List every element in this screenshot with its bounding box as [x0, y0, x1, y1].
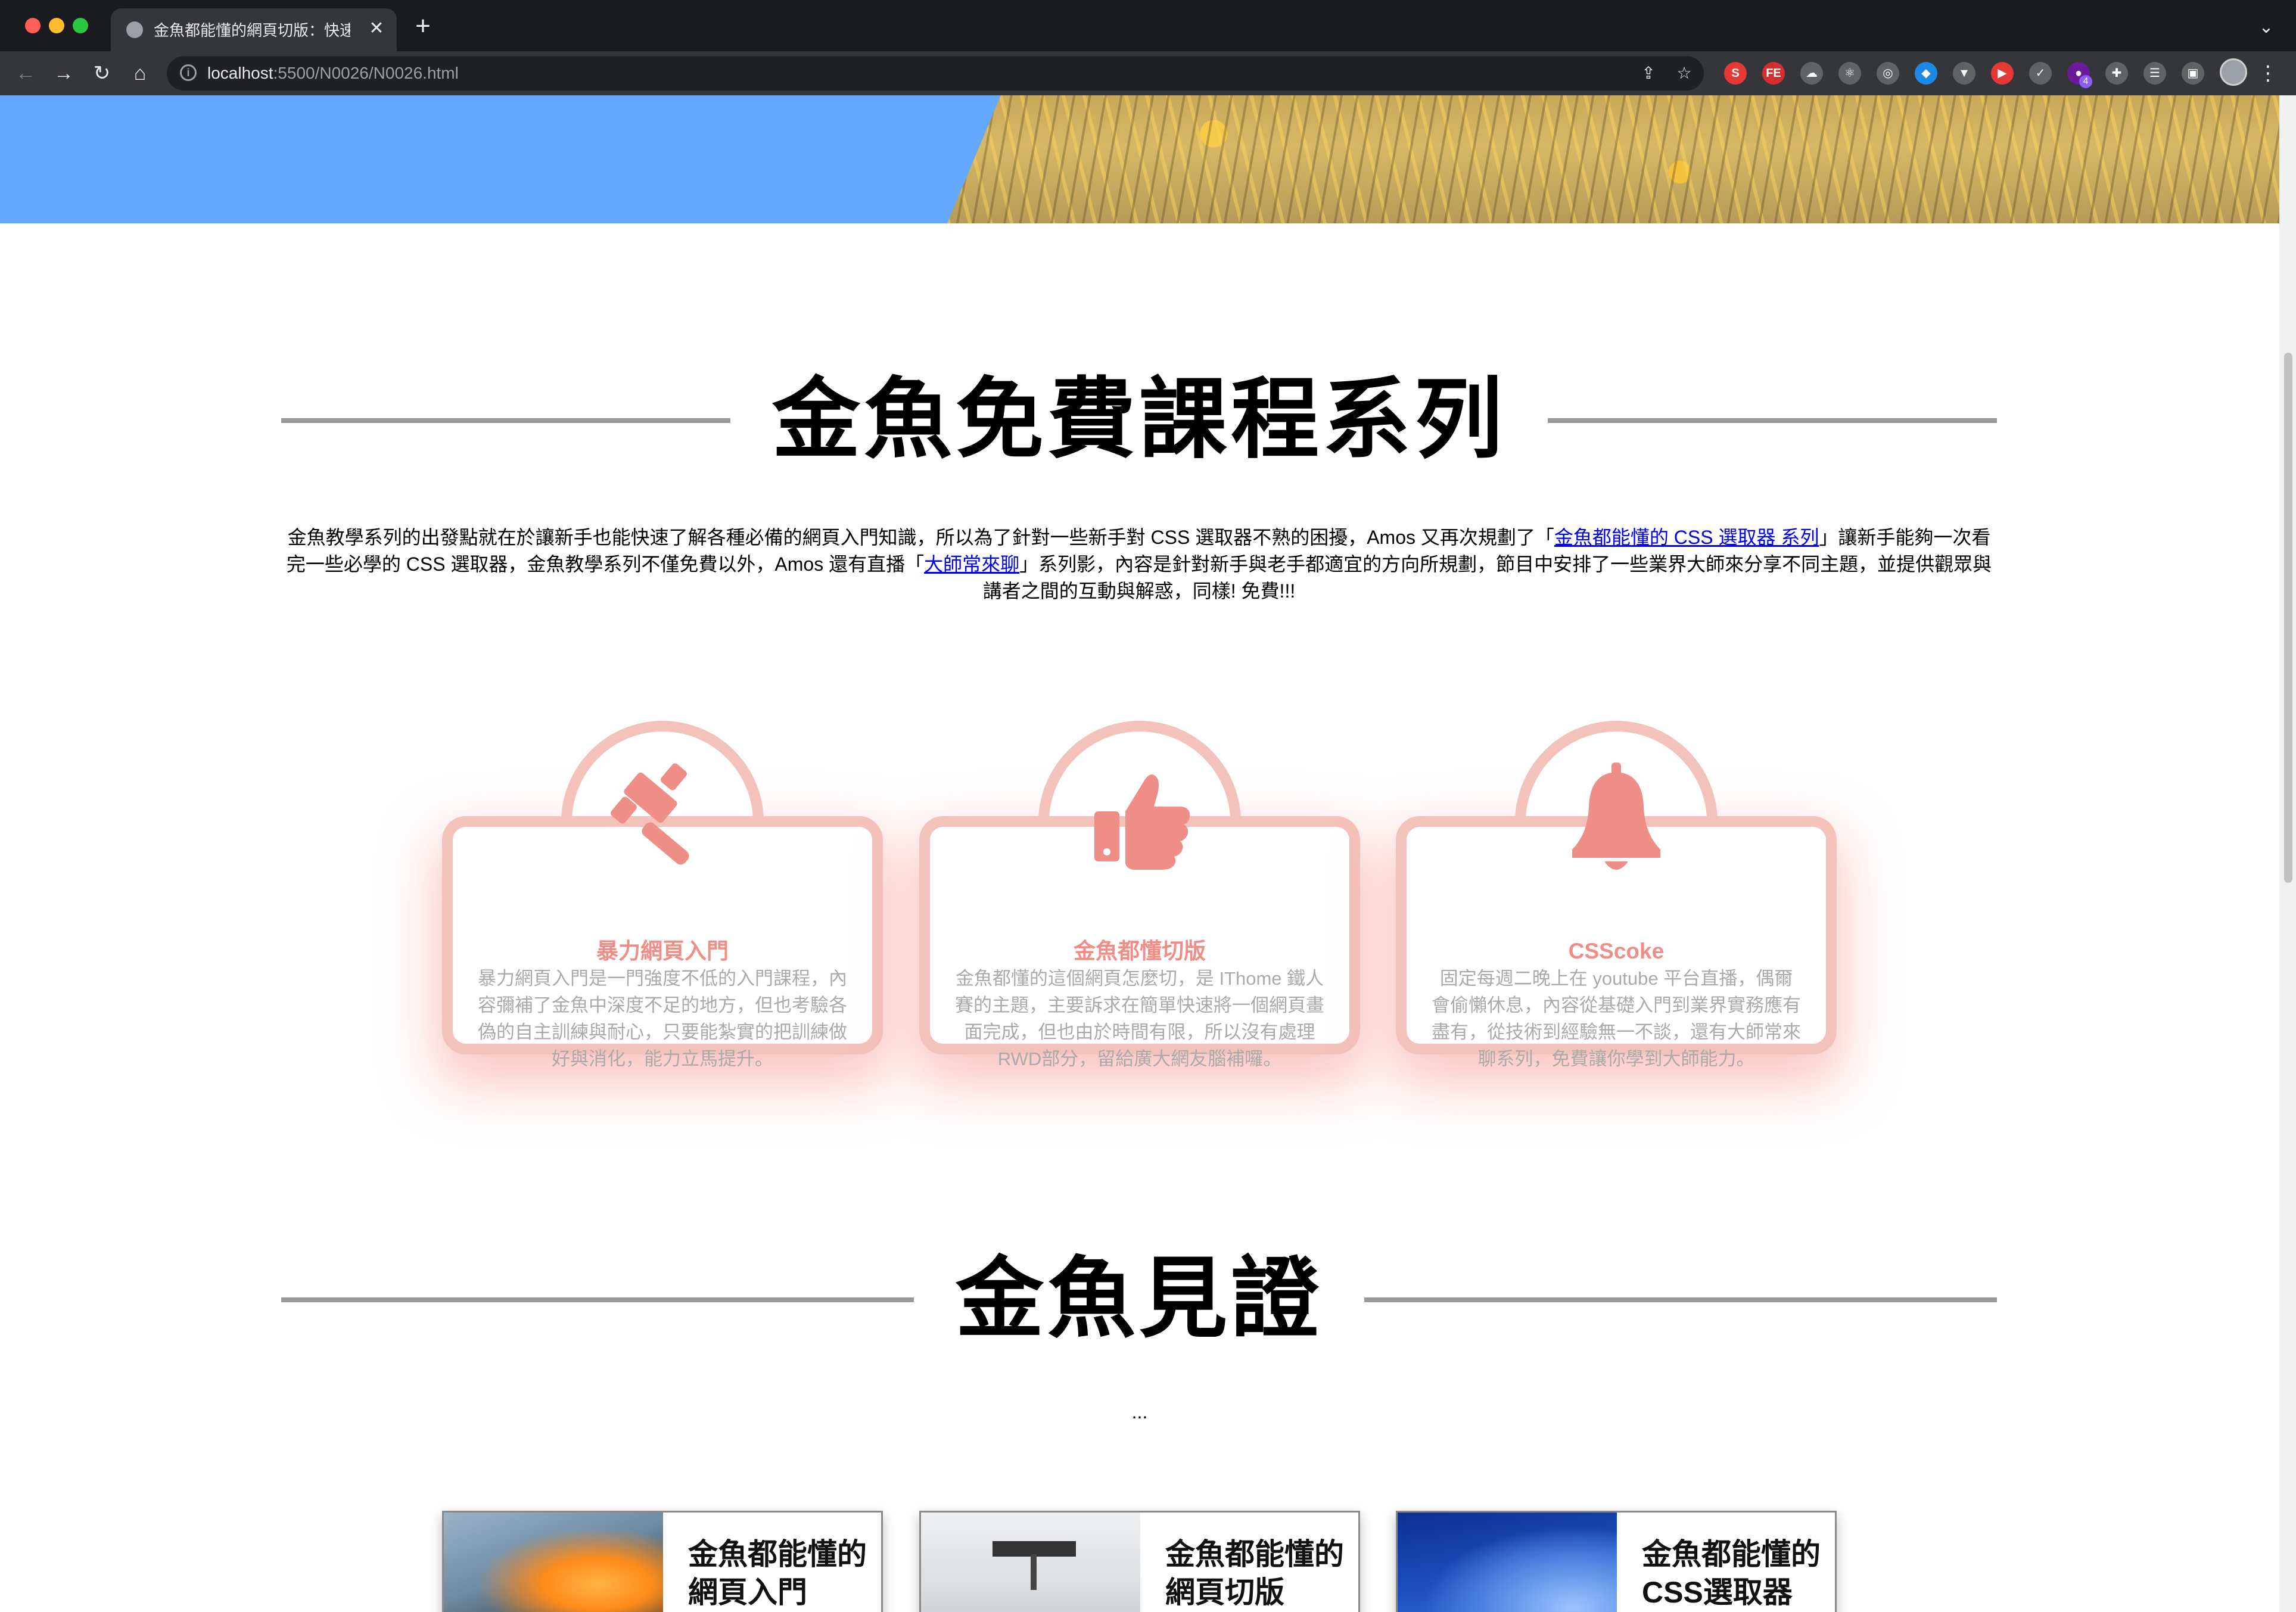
- intro-text-3: 」系列影，內容是針對新手與老手都適宜的方向所規劃，節目中安排了一些業界大師來分享…: [982, 553, 1992, 602]
- course-card[interactable]: 金魚都懂切版 金魚都懂的這個網頁怎麼切，是 IThome 鐵人賽的主題，主要訴求…: [919, 721, 1360, 1069]
- bookmark-star-icon[interactable]: ☆: [1673, 62, 1695, 85]
- card-desc: 暴力網頁入門是一門強度不低的入門課程，內容彌補了金魚中深度不足的地方，但也考驗各…: [478, 968, 847, 1069]
- target-extension-icon[interactable]: ◎: [1877, 62, 1899, 85]
- course-preview-card[interactable]: 金魚都能懂的 網頁切版: [919, 1511, 1360, 1612]
- card-desc: 金魚都懂的這個網頁怎麼切，是 IThome 鐵人賽的主題，主要訴求在簡單快速將一…: [955, 968, 1324, 1069]
- tab-search-chevron-icon[interactable]: ⌄: [2255, 17, 2277, 38]
- toolbar: ← → ↻ ⌂ i localhost:5500/N0026/N0026.htm…: [0, 51, 2296, 95]
- share-icon[interactable]: ⇪: [1637, 62, 1660, 85]
- courses-heading-text: 金魚免費課程系列: [730, 371, 1548, 469]
- reload-button[interactable]: ↻: [87, 58, 117, 88]
- course-preview-card[interactable]: 金魚都能懂的 網頁入門: [442, 1511, 883, 1612]
- reading-list-icon[interactable]: ☰: [2143, 62, 2166, 85]
- play-extension-icon[interactable]: ▶: [1991, 62, 2014, 85]
- extension-badge: 4: [2079, 75, 2092, 88]
- vue-extension-icon[interactable]: ▼: [1953, 62, 1975, 85]
- thumbs-up-icon: [1094, 774, 1190, 870]
- blue-sky-photo: [1398, 1513, 1617, 1612]
- url-path: :5500/N0026/N0026.html: [273, 64, 459, 82]
- maximize-window-button[interactable]: [73, 18, 88, 33]
- testimony-heading: 金魚見證: [281, 1249, 1997, 1350]
- s-extension-icon[interactable]: S: [1724, 62, 1747, 85]
- back-button[interactable]: ←: [11, 58, 41, 88]
- browser-menu-icon[interactable]: ⋮: [2258, 58, 2278, 88]
- course-card[interactable]: 暴力網頁入門 暴力網頁入門是一門強度不低的入門課程，內容彌補了金魚中深度不足的地…: [442, 721, 883, 1069]
- gavel-icon: [611, 763, 689, 865]
- signpost-pole: [1031, 1554, 1037, 1590]
- new-tab-button[interactable]: +: [410, 13, 436, 41]
- profile-avatar[interactable]: [2220, 58, 2247, 86]
- card-title: 金魚都懂切版: [1074, 939, 1206, 963]
- hero-banner: [0, 95, 2279, 223]
- flower-field-photo: [947, 95, 2279, 223]
- puzzle-extension-icon[interactable]: ✚: [2105, 62, 2128, 85]
- testimony-heading-text: 金魚見證: [914, 1250, 1364, 1348]
- card-title: CSScoke: [1568, 939, 1665, 963]
- close-window-button[interactable]: [25, 18, 41, 33]
- browser-chrome: 金魚都能懂的網頁切版：快速版面 ✕ + ⌄ ← → ↻ ⌂ i localhos…: [0, 0, 2296, 95]
- tab-active[interactable]: 金魚都能懂的網頁切版：快速版面 ✕: [111, 8, 397, 51]
- preview-card-title: 金魚都能懂的 網頁入門: [688, 1535, 879, 1611]
- scrollbar-thumb[interactable]: [2284, 353, 2292, 883]
- courses-heading: 金魚免費課程系列: [281, 369, 1997, 471]
- course-preview-card[interactable]: 金魚都能懂的 CSS選取器: [1396, 1511, 1837, 1612]
- intro-text-1: 金魚教學系列的出發點就在於讓新手也能快速了解各種必備的網頁入門知識，所以為了針對…: [287, 527, 1554, 548]
- site-info-icon[interactable]: i: [180, 64, 197, 81]
- card-desc: 固定每週二晚上在 youtube 平台直播，偶爾會偷懶休息，內容從基礎入門到業界…: [1432, 968, 1801, 1069]
- side-panel-icon[interactable]: ▣: [2182, 62, 2204, 85]
- react-extension-icon[interactable]: ⚛: [1838, 62, 1861, 85]
- preview-card-title: 金魚都能懂的 網頁切版: [1165, 1535, 1356, 1611]
- gem-extension-icon[interactable]: ◆: [1915, 62, 1937, 85]
- preview-card-title: 金魚都能懂的 CSS選取器: [1642, 1535, 1833, 1611]
- preview-title-line1: 金魚都能懂的: [1165, 1538, 1344, 1571]
- url-host: localhost: [207, 64, 273, 82]
- course-card[interactable]: CSScoke 固定每週二晚上在 youtube 平台直播，偶爾會偷懶休息，內容…: [1396, 721, 1837, 1069]
- minimize-window-button[interactable]: [49, 18, 64, 33]
- preview-title-line1: 金魚都能懂的: [1642, 1538, 1821, 1571]
- tab-strip: 金魚都能懂的網頁切版：快速版面 ✕ + ⌄: [0, 0, 2296, 51]
- orange-grass-photo: [444, 1513, 663, 1612]
- snow-signpost-photo: [921, 1513, 1140, 1612]
- cloud-extension-icon[interactable]: ☁: [1800, 62, 1823, 85]
- page-viewport: 金魚免費課程系列 金魚教學系列的出發點就在於讓新手也能快速了解各種必備的網頁入門…: [0, 95, 2279, 1612]
- preview-title-line2: 網頁入門: [688, 1576, 807, 1609]
- css-selector-series-link[interactable]: 金魚都能懂的 CSS 選取器 系列: [1554, 527, 1819, 548]
- forward-button[interactable]: →: [49, 58, 79, 88]
- preview-title-line2: CSS選取器: [1642, 1576, 1793, 1609]
- master-chat-link[interactable]: 大師常來聊: [924, 553, 1019, 575]
- globe-icon: [126, 21, 143, 38]
- bell-icon: [1572, 763, 1660, 870]
- fe-extension-icon[interactable]: FE: [1762, 62, 1785, 85]
- card-title: 暴力網頁入門: [596, 939, 729, 963]
- courses-intro: 金魚教學系列的出發點就在於讓新手也能快速了解各種必備的網頁入門知識，所以為了針對…: [281, 524, 1997, 605]
- tab-title: 金魚都能懂的網頁切版：快速版面: [154, 21, 350, 39]
- preview-title-line2: 網頁切版: [1165, 1576, 1284, 1609]
- preview-title-line1: 金魚都能懂的: [688, 1538, 867, 1571]
- tab-close-icon[interactable]: ✕: [366, 18, 387, 39]
- check-extension-icon[interactable]: ✓: [2029, 62, 2052, 85]
- address-bar[interactable]: i localhost:5500/N0026/N0026.html ⇪ ☆: [167, 56, 1704, 91]
- testimony-ellipsis: ...: [1131, 1401, 1148, 1423]
- home-button[interactable]: ⌂: [125, 58, 155, 88]
- page-scrollbar[interactable]: [2279, 95, 2296, 1612]
- url-text: localhost:5500/N0026/N0026.html: [207, 63, 459, 83]
